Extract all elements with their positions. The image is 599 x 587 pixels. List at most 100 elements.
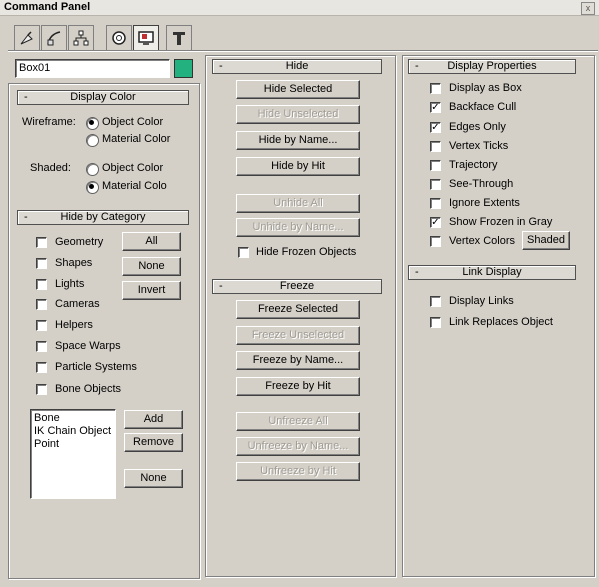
hide-title: Hide [285, 60, 309, 72]
vertex-ticks-label: Vertex Ticks [449, 140, 509, 152]
display-as-box-label: Display as Box [449, 82, 522, 94]
list-item[interactable]: Point [34, 438, 112, 451]
hide-by-category-rollout-header[interactable]: - Hide by Category [17, 210, 189, 225]
remove-button[interactable]: Remove [124, 433, 183, 452]
link-display-title: Link Display [462, 266, 522, 278]
shaded-object-color-label: Object Color [102, 162, 164, 174]
tab-modify[interactable] [41, 25, 67, 50]
unfreeze-all-button[interactable]: Unfreeze All [236, 412, 360, 431]
shaded-material-color-label: Material Colo [102, 180, 167, 192]
unhide-all-button[interactable]: Unhide All [236, 194, 360, 213]
backface-cull-label: Backface Cull [449, 101, 517, 113]
freeze-selected-button[interactable]: Freeze Selected [236, 300, 360, 319]
edges-only-checkbox[interactable]: ✓ [430, 122, 441, 133]
trajectory-checkbox[interactable] [430, 160, 441, 171]
modify-icon [47, 31, 61, 46]
show-frozen-in-gray-checkbox[interactable]: ✓ [430, 217, 441, 228]
wireframe-object-color-radio[interactable] [86, 117, 99, 130]
category-all-button[interactable]: All [122, 232, 181, 251]
display-properties-rollout-header[interactable]: - Display Properties [408, 59, 576, 74]
left-panel [8, 83, 200, 579]
unfreeze-by-hit-button[interactable]: Unfreeze by Hit [236, 462, 360, 481]
unfreeze-by-name-button[interactable]: Unfreeze by Name... [236, 437, 360, 456]
tab-display[interactable] [133, 25, 159, 50]
window-title: Command Panel [4, 1, 91, 13]
category-label-particle-systems: Particle Systems [55, 361, 137, 373]
category-label-geometry: Geometry [55, 236, 104, 248]
tab-hierarchy[interactable] [68, 25, 94, 50]
tab-motion[interactable] [106, 25, 132, 50]
display-links-checkbox[interactable] [430, 296, 441, 307]
freeze-unselected-button[interactable]: Freeze Unselected [236, 326, 360, 345]
category-none-button[interactable]: None [122, 257, 181, 276]
shaded-button[interactable]: Shaded [522, 231, 570, 250]
link-replaces-object-label: Link Replaces Object [449, 316, 553, 328]
object-name-field[interactable]: Box01 [15, 59, 170, 78]
display-links-label: Display Links [449, 295, 514, 307]
ignore-extents-label: Ignore Extents [449, 197, 520, 209]
motion-icon [112, 31, 126, 45]
list-none-button[interactable]: None [124, 469, 183, 488]
hide-frozen-label: Hide Frozen Objects [256, 246, 357, 258]
shaded-material-color-radio[interactable] [86, 181, 99, 194]
display-color-title: Display Color [70, 91, 136, 103]
display-as-box-checkbox[interactable] [430, 83, 441, 94]
wireframe-material-color-radio[interactable] [86, 134, 99, 147]
freeze-by-name-button[interactable]: Freeze by Name... [236, 351, 360, 370]
add-button[interactable]: Add [124, 410, 183, 429]
see-through-checkbox[interactable] [430, 179, 441, 190]
category-checkbox-cameras[interactable] [36, 299, 47, 310]
link-display-rollout-header[interactable]: - Link Display [408, 265, 576, 280]
category-checkbox-helpers[interactable] [36, 320, 47, 331]
category-checkbox-shapes[interactable] [36, 258, 47, 269]
display-color-rollout-header[interactable]: - Display Color [17, 90, 189, 105]
freeze-title: Freeze [279, 280, 315, 292]
list-item[interactable]: IK Chain Object [34, 425, 112, 438]
object-color-swatch[interactable] [174, 59, 193, 78]
freeze-rollout-header[interactable]: - Freeze [212, 279, 382, 294]
vertex-colors-label: Vertex Colors [449, 235, 516, 247]
hide-by-name-button[interactable]: Hide by Name... [236, 131, 360, 150]
hide-rollout-header[interactable]: - Hide [212, 59, 382, 74]
wireframe-object-color-label: Object Color [102, 116, 164, 128]
hide-frozen-checkbox[interactable] [238, 247, 249, 258]
link-replaces-object-checkbox[interactable] [430, 317, 441, 328]
show-frozen-in-gray-label: Show Frozen in Gray [449, 216, 553, 228]
freeze-by-hit-button[interactable]: Freeze by Hit [236, 377, 360, 396]
hide-unselected-button[interactable]: Hide Unselected [236, 105, 360, 124]
unhide-by-name-button[interactable]: Unhide by Name... [236, 218, 360, 237]
category-label-shapes: Shapes [55, 257, 93, 269]
shaded-object-color-radio[interactable] [86, 163, 99, 176]
category-checkbox-space-warps[interactable] [36, 341, 47, 352]
tab-divider [8, 50, 598, 52]
category-checkbox-geometry[interactable] [36, 237, 47, 248]
display-icon [138, 31, 154, 45]
category-label-helpers: Helpers [55, 319, 93, 331]
tab-utilities[interactable] [166, 25, 192, 50]
utilities-icon [173, 32, 185, 45]
category-checkbox-lights[interactable] [36, 279, 47, 290]
hide-by-hit-button[interactable]: Hide by Hit [236, 157, 360, 176]
category-label-space-warps: Space Warps [55, 340, 121, 352]
vertex-colors-checkbox[interactable] [430, 236, 441, 247]
trajectory-label: Trajectory [449, 159, 498, 171]
category-label-bone-objects: Bone Objects [55, 383, 122, 395]
vertex-ticks-checkbox[interactable] [430, 141, 441, 152]
hierarchy-icon [73, 30, 89, 46]
ignore-extents-checkbox[interactable] [430, 198, 441, 209]
close-icon[interactable]: x [581, 2, 595, 15]
category-invert-button[interactable]: Invert [122, 281, 181, 300]
wireframe-label: Wireframe: [22, 116, 76, 128]
category-label-cameras: Cameras [55, 298, 100, 310]
hide-selected-button[interactable]: Hide Selected [236, 80, 360, 99]
category-listbox[interactable]: Bone IK Chain Object Point [30, 409, 116, 499]
category-checkbox-bone-objects[interactable] [36, 384, 47, 395]
shaded-label: Shaded: [30, 162, 71, 174]
see-through-label: See-Through [449, 178, 514, 190]
backface-cull-checkbox[interactable]: ✓ [430, 102, 441, 113]
category-label-lights: Lights [55, 278, 85, 290]
create-icon [20, 31, 33, 45]
list-item[interactable]: Bone [34, 412, 112, 425]
category-checkbox-particle-systems[interactable] [36, 362, 47, 373]
tab-create[interactable] [14, 25, 40, 50]
